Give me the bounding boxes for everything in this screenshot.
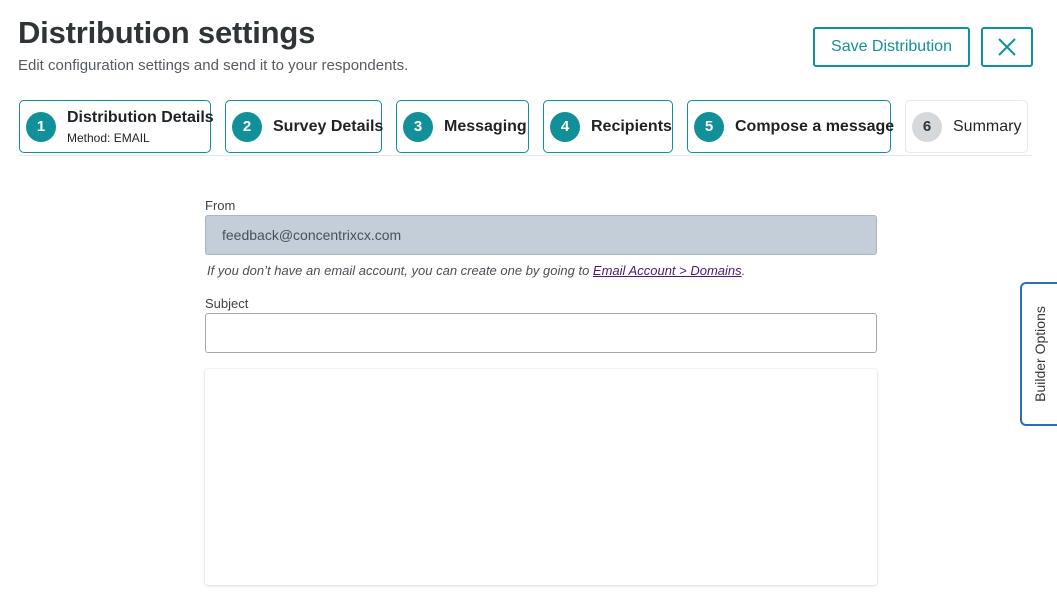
from-helper-text: If you don’t have an email account, you …: [207, 263, 745, 278]
builder-options-tab[interactable]: Builder Options: [1020, 282, 1057, 426]
step-number: 3: [403, 111, 433, 142]
page-subtitle: Edit configuration settings and send it …: [18, 57, 409, 74]
message-editor[interactable]: [205, 369, 877, 585]
from-field: feedback@concentrixcx.com: [205, 215, 877, 255]
builder-options-label: Builder Options: [1031, 306, 1048, 402]
step-label: Survey Details: [273, 117, 384, 135]
step-compose-message[interactable]: 5 Compose a message: [687, 100, 895, 153]
from-value: feedback@concentrixcx.com: [222, 227, 402, 243]
step-number: 1: [26, 111, 56, 142]
step-number: 2: [232, 111, 262, 142]
save-distribution-button[interactable]: Save Distribution: [813, 27, 970, 67]
step-number: 5: [694, 111, 724, 142]
step-label: Distribution Details: [67, 108, 214, 126]
step-label: Compose a message: [735, 117, 895, 135]
close-button[interactable]: [981, 27, 1033, 67]
step-number: 4: [550, 111, 580, 142]
step-recipients[interactable]: 4 Recipients: [543, 100, 673, 153]
step-label: Recipients: [591, 117, 672, 135]
stepper: 1 Distribution Details Method: EMAIL 2 S…: [0, 100, 1057, 154]
email-domains-link[interactable]: Email Account > Domains: [593, 263, 742, 278]
step-number: 6: [912, 111, 942, 142]
page-title: Distribution settings: [18, 15, 316, 50]
step-label: Messaging: [444, 117, 527, 135]
subject-input[interactable]: [205, 313, 877, 353]
step-label: Summary: [953, 117, 1022, 135]
helper-prefix: If you don’t have an email account, you …: [207, 263, 593, 278]
close-icon: [998, 38, 1016, 56]
step-distribution-details[interactable]: 1 Distribution Details Method: EMAIL: [19, 100, 214, 153]
step-method: Method: EMAIL: [67, 130, 150, 145]
helper-suffix: .: [741, 263, 746, 278]
step-summary[interactable]: 6 Summary: [905, 100, 1028, 153]
stepper-divider: [18, 155, 1032, 156]
from-label: From: [205, 198, 236, 213]
subject-label: Subject: [205, 296, 249, 311]
step-messaging[interactable]: 3 Messaging: [396, 100, 529, 153]
step-survey-details[interactable]: 2 Survey Details: [225, 100, 384, 153]
